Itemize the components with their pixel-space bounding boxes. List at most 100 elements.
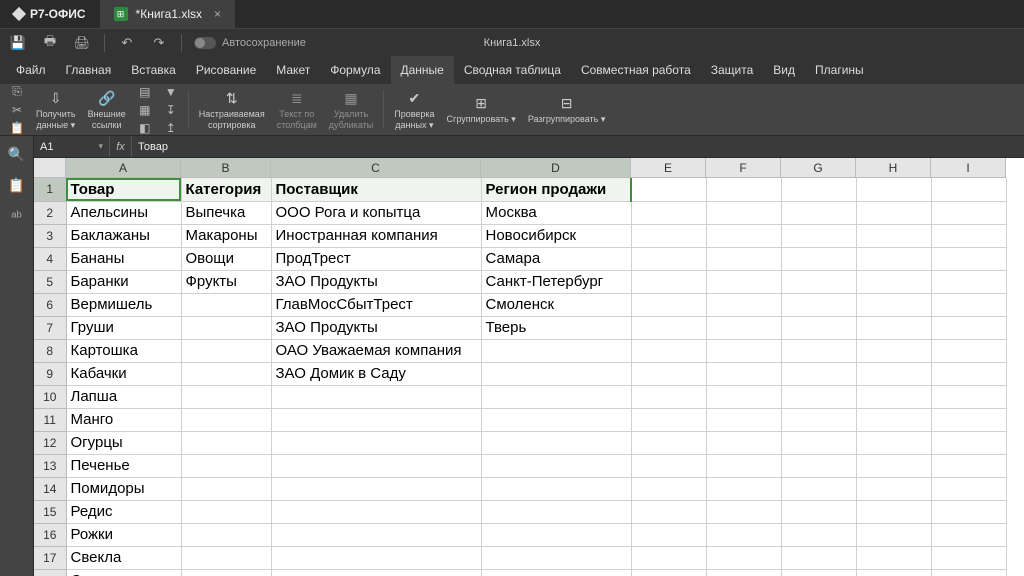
cell[interactable] xyxy=(706,224,781,247)
cell[interactable] xyxy=(706,339,781,362)
cell[interactable] xyxy=(481,569,631,576)
cell[interactable] xyxy=(181,293,271,316)
ribbon-mini-icon[interactable]: 📋 xyxy=(6,121,28,135)
cell[interactable] xyxy=(931,408,1006,431)
document-tab[interactable]: ⊞ *Книга1.xlsx × xyxy=(100,0,235,28)
cell[interactable] xyxy=(481,500,631,523)
cell[interactable] xyxy=(706,178,781,201)
row-header[interactable]: 16 xyxy=(34,523,66,546)
cell[interactable] xyxy=(271,408,481,431)
cell[interactable] xyxy=(181,431,271,454)
menu-item-вид[interactable]: Вид xyxy=(763,56,805,84)
cell[interactable] xyxy=(706,316,781,339)
cell[interactable] xyxy=(706,546,781,569)
left-tool-icon[interactable]: 🔍 xyxy=(8,146,25,163)
menu-item-плагины[interactable]: Плагины xyxy=(805,56,874,84)
cell[interactable] xyxy=(856,201,931,224)
cell[interactable] xyxy=(781,316,856,339)
cell[interactable] xyxy=(856,477,931,500)
row-header[interactable]: 7 xyxy=(34,316,66,339)
ribbon-button[interactable]: ⊞Сгруппировать ▾ xyxy=(443,86,520,133)
column-header[interactable]: C xyxy=(271,158,481,178)
cell[interactable]: ПродТрест xyxy=(271,247,481,270)
cell[interactable] xyxy=(181,408,271,431)
menu-item-формула[interactable]: Формула xyxy=(320,56,390,84)
cell[interactable] xyxy=(706,408,781,431)
cell[interactable] xyxy=(781,178,856,201)
cell[interactable] xyxy=(856,454,931,477)
cell[interactable] xyxy=(781,569,856,576)
cell[interactable] xyxy=(856,178,931,201)
ribbon-mini-icon[interactable]: ▤ xyxy=(134,85,156,99)
formula-input[interactable]: Товар xyxy=(132,136,1024,157)
cell[interactable] xyxy=(706,454,781,477)
cell[interactable]: Бананы xyxy=(66,247,181,270)
cell[interactable] xyxy=(631,270,706,293)
ribbon-mini-icon[interactable]: ✂ xyxy=(6,103,28,117)
cell[interactable] xyxy=(931,477,1006,500)
spreadsheet-grid[interactable]: ABCDEFGHI 1ТоварКатегорияПоставщикРегион… xyxy=(34,158,1024,576)
ribbon-mini-icon[interactable]: ◧ xyxy=(134,121,156,135)
cell[interactable] xyxy=(631,500,706,523)
cell[interactable] xyxy=(631,408,706,431)
cell[interactable] xyxy=(781,523,856,546)
redo-icon[interactable]: ↷ xyxy=(149,33,169,53)
cell[interactable] xyxy=(481,362,631,385)
cell[interactable] xyxy=(181,523,271,546)
menu-item-сводная таблица[interactable]: Сводная таблица xyxy=(454,56,571,84)
cell[interactable]: Вермишель xyxy=(66,293,181,316)
column-header[interactable]: B xyxy=(181,158,271,178)
cell[interactable]: Макароны xyxy=(181,224,271,247)
cell[interactable] xyxy=(631,385,706,408)
row-header[interactable]: 4 xyxy=(34,247,66,270)
left-tool-icon[interactable]: ᵃᵇ xyxy=(11,208,22,224)
row-header[interactable]: 3 xyxy=(34,224,66,247)
cell[interactable] xyxy=(856,293,931,316)
cell[interactable] xyxy=(781,224,856,247)
cell[interactable] xyxy=(856,316,931,339)
cell[interactable] xyxy=(781,293,856,316)
column-header[interactable]: A xyxy=(66,158,181,178)
cell[interactable] xyxy=(781,454,856,477)
cell[interactable] xyxy=(271,477,481,500)
cell[interactable]: Категория xyxy=(181,178,271,201)
ribbon-mini-icon[interactable]: ▼ xyxy=(160,85,182,99)
cell[interactable] xyxy=(931,523,1006,546)
save-icon[interactable]: 💾 xyxy=(8,33,28,53)
cell[interactable] xyxy=(856,523,931,546)
cell[interactable] xyxy=(181,385,271,408)
row-header[interactable]: 9 xyxy=(34,362,66,385)
cell[interactable]: Регион продажи xyxy=(481,178,631,201)
cell[interactable] xyxy=(481,431,631,454)
cell[interactable] xyxy=(181,316,271,339)
cell[interactable] xyxy=(931,500,1006,523)
cell[interactable] xyxy=(181,569,271,576)
row-header[interactable]: 17 xyxy=(34,546,66,569)
cell[interactable]: Груши xyxy=(66,316,181,339)
menu-item-рисование[interactable]: Рисование xyxy=(186,56,266,84)
cell[interactable]: Товар xyxy=(66,178,181,201)
cell[interactable] xyxy=(931,316,1006,339)
cell[interactable] xyxy=(181,362,271,385)
cell[interactable]: ООО Рога и копытца xyxy=(271,201,481,224)
cell[interactable]: Поставщик xyxy=(271,178,481,201)
cell[interactable]: Слива xyxy=(66,569,181,576)
cell[interactable] xyxy=(481,408,631,431)
undo-icon[interactable]: ↶ xyxy=(117,33,137,53)
cell[interactable]: Самара xyxy=(481,247,631,270)
cell[interactable] xyxy=(706,431,781,454)
cell[interactable]: Апельсины xyxy=(66,201,181,224)
cell[interactable]: Москва xyxy=(481,201,631,224)
cell[interactable] xyxy=(781,385,856,408)
row-header[interactable]: 18 xyxy=(34,569,66,576)
cell[interactable] xyxy=(931,178,1006,201)
cell[interactable]: Печенье xyxy=(66,454,181,477)
column-header[interactable]: D xyxy=(481,158,631,178)
cell[interactable] xyxy=(631,362,706,385)
column-header[interactable]: E xyxy=(631,158,706,178)
row-header[interactable]: 10 xyxy=(34,385,66,408)
menu-item-главная[interactable]: Главная xyxy=(56,56,122,84)
cell[interactable]: Фрукты xyxy=(181,270,271,293)
cell[interactable]: Редис xyxy=(66,500,181,523)
row-header[interactable]: 5 xyxy=(34,270,66,293)
